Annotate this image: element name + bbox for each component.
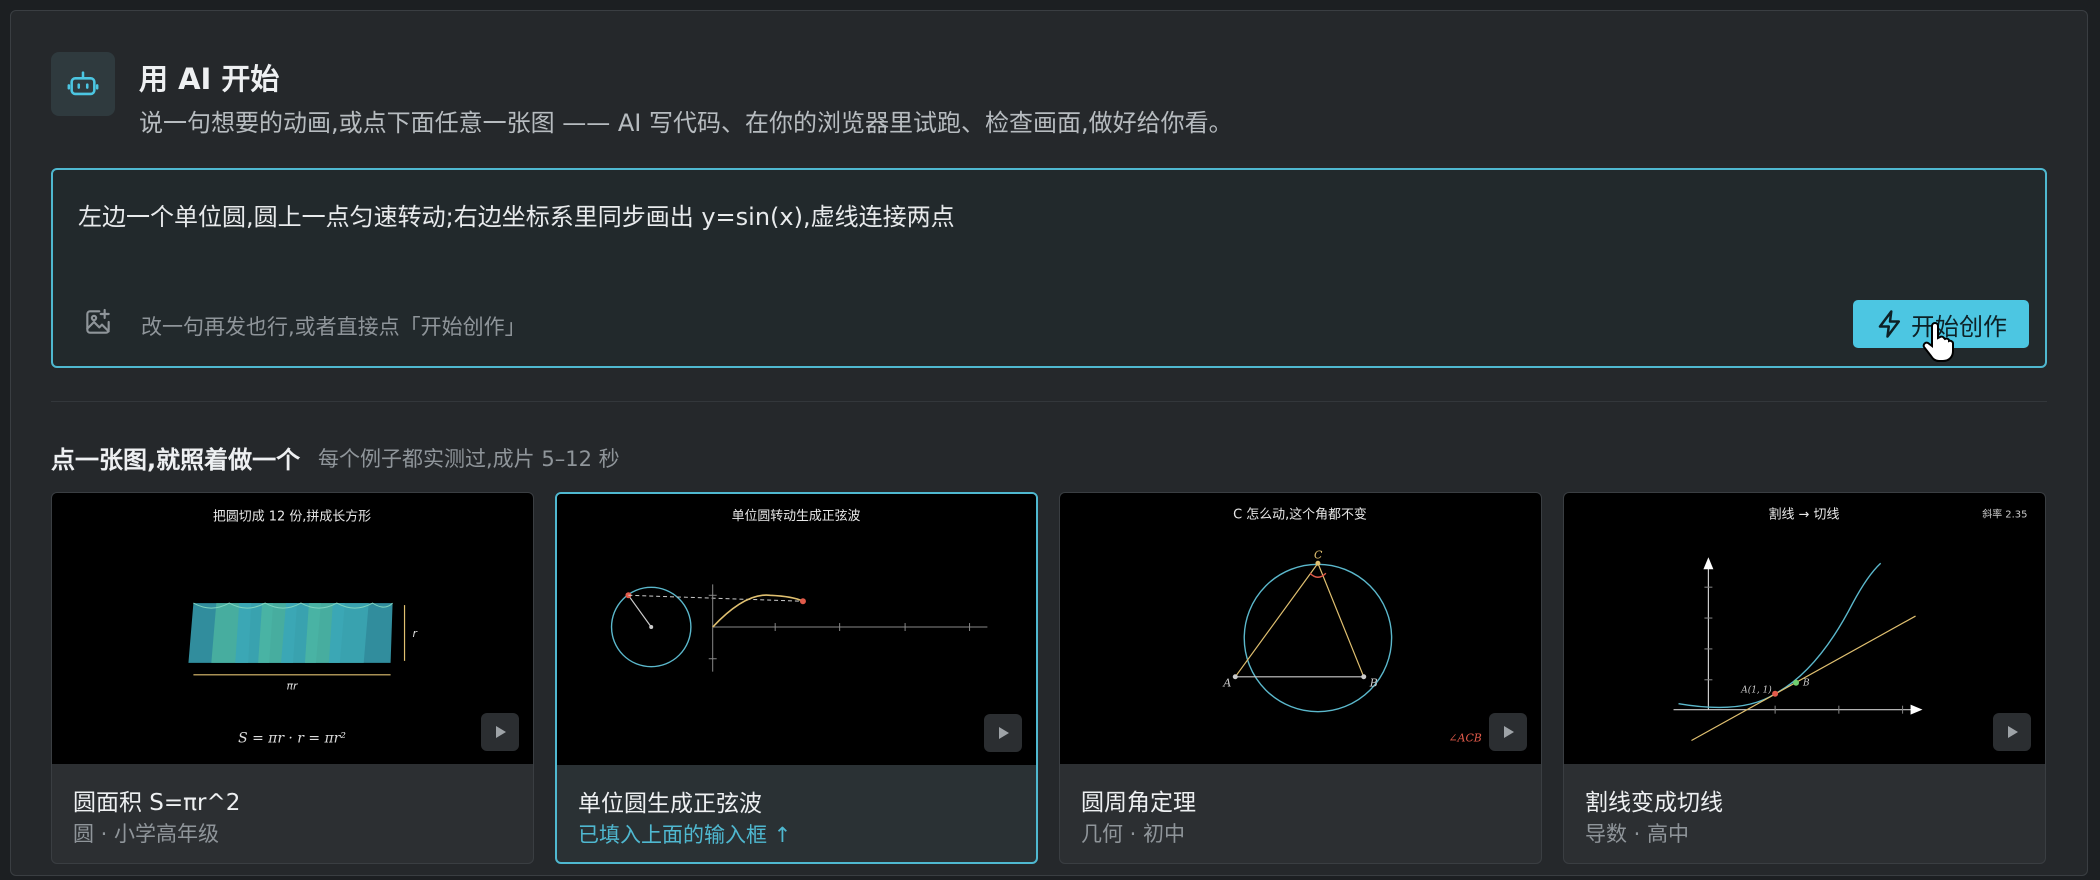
thumb-point-c: C: [1314, 548, 1323, 561]
thumb-title: 把圆切成 12 份,拼成长方形: [213, 508, 371, 524]
page-subtitle: 说一句想要的动画,或点下面任意一张图 —— AI 写代码、在你的浏览器里试跑、检…: [139, 109, 1233, 137]
play-icon[interactable]: [1993, 713, 2031, 751]
prompt-box[interactable]: 左边一个单位圆,圆上一点匀速转动;右边坐标系里同步画出 y=sin(x),虚线连…: [51, 168, 2047, 368]
example-card-unit-circle-sine[interactable]: 单位圆转动生成正弦波 单位圆生成正弦波 已填入上面的输入框 ↑: [555, 492, 1038, 864]
thumb-title: C 怎么动,这个角都不变: [1233, 506, 1367, 522]
card-thumbnail: 单位圆转动生成正弦波: [557, 494, 1036, 765]
example-card-circle-area[interactable]: 把圆切成 12 份,拼成长方形 r πr S = πr · r = πr² 圆面…: [51, 492, 534, 864]
thumb-title: 单位圆转动生成正弦波: [732, 508, 861, 524]
prompt-hint: 改一句再发也行,或者直接点「开始创作」: [141, 315, 526, 339]
image-upload-icon[interactable]: [82, 306, 114, 338]
card-thumbnail: 把圆切成 12 份,拼成长方形 r πr S = πr · r = πr²: [52, 493, 533, 764]
thumb-angle-label: ∠ACB: [1448, 732, 1481, 745]
robot-icon: [51, 52, 115, 116]
thumb-pir-label: πr: [286, 680, 299, 693]
thumb-point-a: A(1, 1): [1740, 685, 1772, 696]
thumb-title: 割线 → 切线: [1769, 506, 1840, 522]
divider: [51, 401, 2047, 402]
card-title: 圆面积 S=πr^2: [73, 790, 241, 816]
examples-title: 点一张图,就照着做一个: [51, 446, 301, 474]
card-title: 圆周角定理: [1081, 790, 1196, 816]
page-title: 用 AI 开始: [139, 62, 280, 96]
thumb-slope: 斜率 2.35: [1982, 507, 2027, 520]
card-meta: 导数 · 高中: [1585, 822, 1690, 846]
example-card-secant-tangent[interactable]: 割线 → 切线 斜率 2.35 A(1, 1) B 割线变成切线 导数 · 高中: [1563, 492, 2046, 864]
card-thumbnail: C 怎么动,这个角都不变 A B C ∠ACB: [1060, 493, 1541, 764]
play-icon[interactable]: [984, 714, 1022, 752]
thumb-point-a: A: [1222, 677, 1231, 690]
card-meta: 几何 · 初中: [1081, 822, 1186, 846]
example-card-inscribed-angle[interactable]: C 怎么动,这个角都不变 A B C ∠ACB 圆周角定理 几何 · 初中: [1059, 492, 1542, 864]
thumb-point-b: B: [1802, 679, 1810, 689]
card-meta: 已填入上面的输入框 ↑: [578, 823, 792, 847]
card-title: 割线变成切线: [1585, 790, 1723, 816]
circle-slices-rectangle: [188, 602, 393, 663]
card-title: 单位圆生成正弦波: [578, 791, 762, 817]
examples-note: 每个例子都实测过,成片 5–12 秒: [318, 447, 620, 471]
thumb-formula: S = πr · r = πr²: [238, 731, 346, 747]
thumb-point-b: B: [1369, 677, 1378, 690]
play-icon[interactable]: [481, 713, 519, 751]
card-thumbnail: 割线 → 切线 斜率 2.35 A(1, 1) B: [1564, 493, 2045, 764]
thumb-r-label: r: [413, 627, 419, 640]
play-icon[interactable]: [1489, 713, 1527, 751]
lightning-icon: [1878, 310, 1900, 338]
prompt-input[interactable]: 左边一个单位圆,圆上一点匀速转动;右边坐标系里同步画出 y=sin(x),虚线连…: [78, 197, 955, 232]
hand-cursor-icon: [1922, 322, 1956, 362]
card-meta: 圆 · 小学高年级: [73, 822, 220, 846]
